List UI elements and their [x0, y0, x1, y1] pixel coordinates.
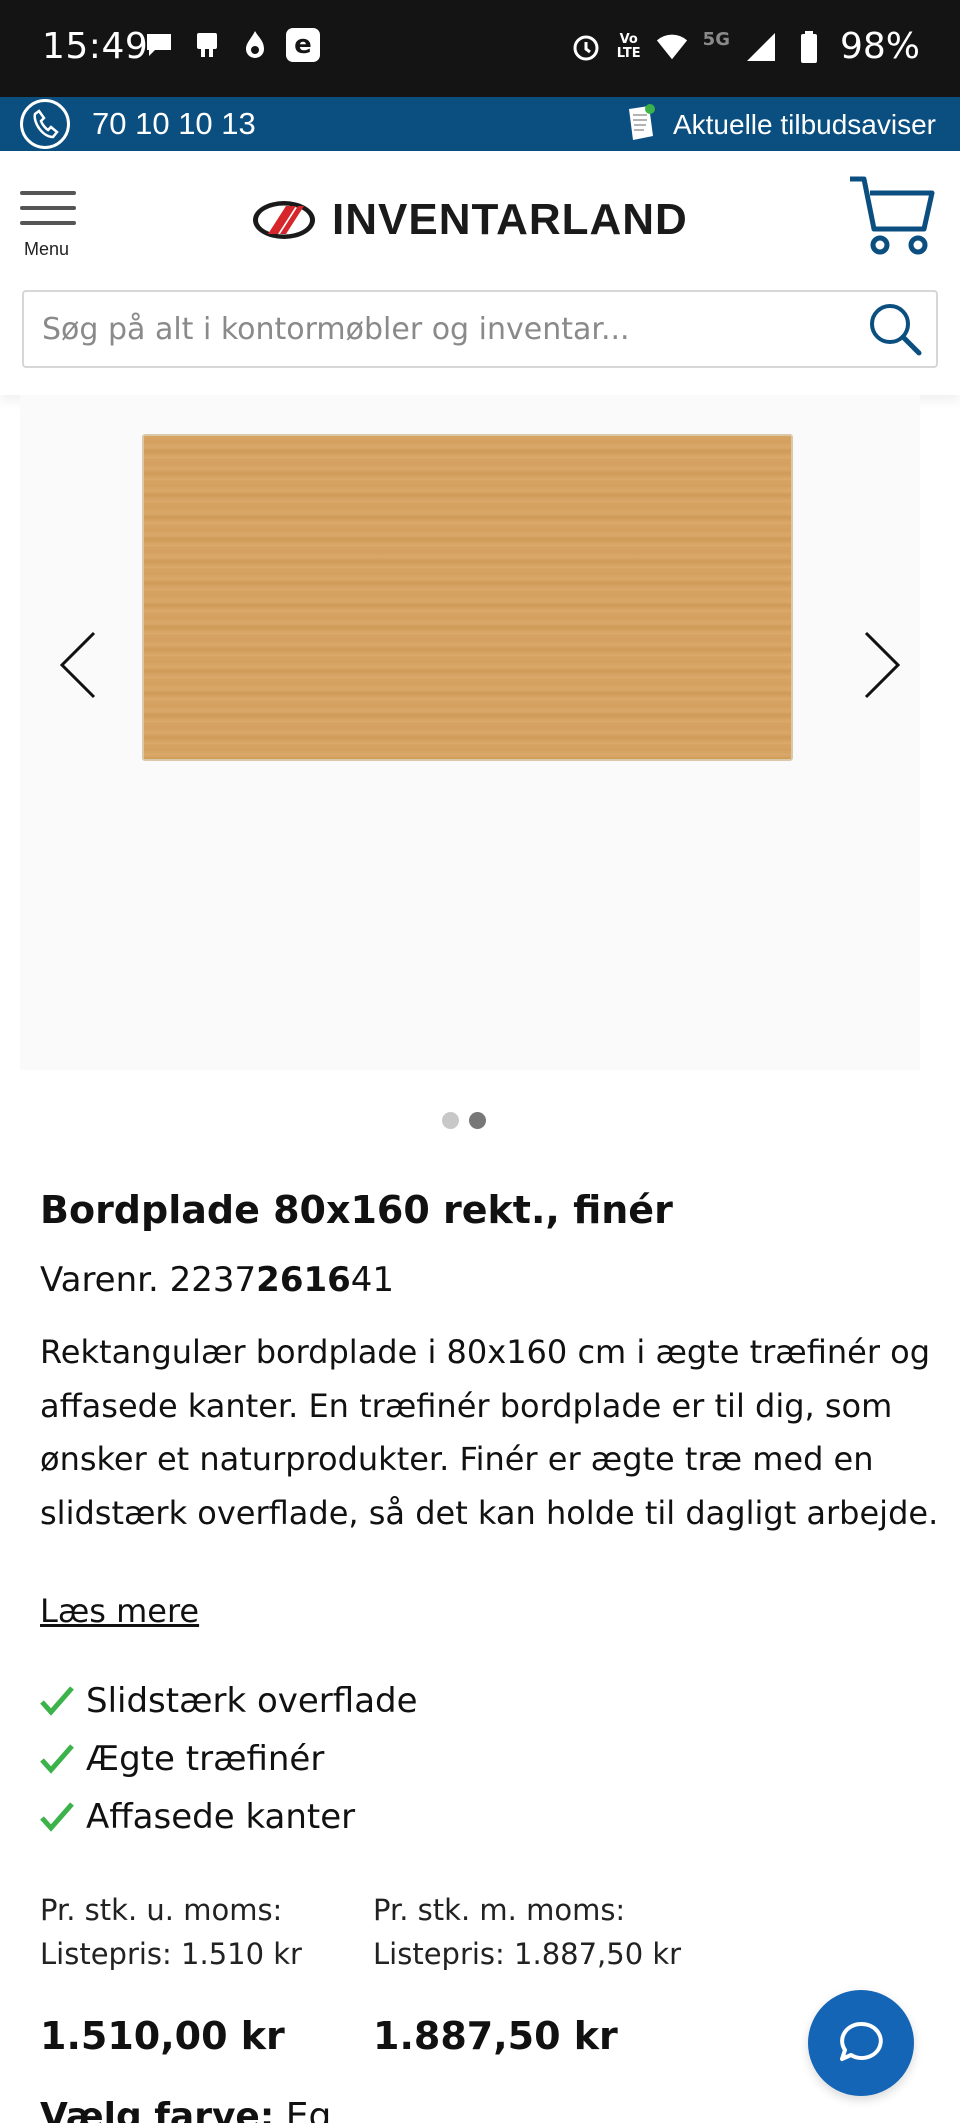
phone-link[interactable]: 70 10 10 13 [20, 99, 256, 149]
status-time: 15:49 [42, 26, 149, 67]
read-more-link[interactable]: Læs mere [40, 1592, 199, 1630]
gallery-dot[interactable] [442, 1112, 459, 1129]
hamburger-icon [20, 191, 76, 195]
product-image [142, 434, 793, 761]
checkmark-icon [40, 1802, 74, 1832]
product-description: Rektangulær bordplade i 80x160 cm i ægte… [40, 1333, 939, 1532]
search-icon [870, 304, 922, 356]
phone-icon [20, 99, 70, 149]
volte-icon: Vo LTE [616, 31, 641, 61]
menu-label: Menu [24, 239, 70, 259]
price-label: Pr. stk. m. moms: [373, 1893, 626, 1927]
color-selector-label: Vælg farve: Eg [40, 2096, 331, 2123]
product-title: Bordplade 80x160 rekt., finér [40, 1188, 673, 1232]
chat-icon [840, 2021, 883, 2061]
price-label: Pr. stk. u. moms: [40, 1893, 283, 1927]
feature-item: Affasede kanter [40, 1788, 418, 1846]
system-icons: Vo LTE 5G 98% [569, 26, 920, 67]
list-price: Listepris: 1.887,50 kr [373, 1937, 682, 1971]
gallery-next-button[interactable] [850, 625, 910, 705]
price-incl-vat: Pr. stk. m. moms: Listepris: 1.887,50 kr… [373, 1888, 681, 2058]
signal-icon [744, 30, 778, 64]
logo-text: INVENTARLAND [332, 195, 688, 244]
search-input[interactable] [24, 292, 864, 366]
e-app-icon: e [286, 28, 320, 62]
status-bar: 15:49 e Vo LTE 5G 98% [0, 0, 960, 97]
battery-level: 98% [839, 26, 920, 67]
checkmark-icon [40, 1686, 74, 1716]
gallery-dot-active[interactable] [469, 1112, 486, 1129]
phone-number: 70 10 10 13 [92, 106, 256, 141]
cart-button[interactable] [848, 173, 938, 263]
gallery-pagination [442, 1112, 486, 1129]
product-sku: Varenr. 2237261641 [40, 1260, 395, 1300]
product-gallery [20, 395, 920, 1070]
list-price: Listepris: 1.510 kr [40, 1937, 302, 1971]
site-logo[interactable]: INVENTARLAND [250, 195, 688, 245]
flame-icon [238, 28, 272, 62]
brochure-icon [623, 103, 659, 147]
feature-item: Ægte træfinér [40, 1730, 418, 1788]
logo-mark-icon [253, 201, 315, 239]
battery-icon [792, 30, 826, 64]
chevron-right-icon [864, 631, 901, 699]
price-value: 1.510,00 kr [40, 2014, 285, 2058]
menu-button[interactable] [20, 191, 76, 236]
cart-icon [850, 176, 935, 255]
chat-button[interactable] [808, 1990, 914, 2096]
chat-bubble-icon [142, 28, 176, 62]
selected-color: Eg [285, 2096, 332, 2123]
price-excl-vat: Pr. stk. u. moms: Listepris: 1.510 kr 1.… [40, 1888, 302, 2058]
chevron-left-icon [59, 631, 96, 699]
site-header: Menu INVENTARLAND [0, 151, 960, 395]
wifi-icon [655, 30, 689, 64]
alarm-icon [569, 30, 603, 64]
gallery-prev-button[interactable] [50, 625, 110, 705]
search-box [22, 290, 938, 368]
notification-icons: e [142, 28, 320, 62]
network-type: 5G [702, 29, 730, 50]
offers-link[interactable]: Aktuelle tilbudsaviser [623, 103, 936, 147]
feature-list: Slidstærk overflade Ægte træfinér Affase… [40, 1672, 418, 1846]
device-icon [190, 28, 224, 62]
contact-bar: 70 10 10 13 Aktuelle tilbudsaviser [0, 97, 960, 151]
price-value: 1.887,50 kr [373, 2014, 618, 2058]
checkmark-icon [40, 1744, 74, 1774]
offers-text: Aktuelle tilbudsaviser [672, 109, 936, 140]
feature-item: Slidstærk overflade [40, 1672, 418, 1730]
search-button[interactable] [866, 300, 924, 358]
